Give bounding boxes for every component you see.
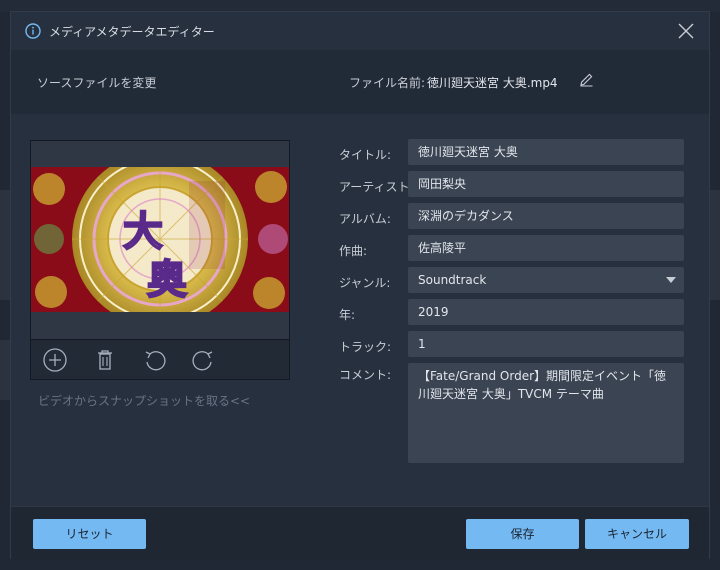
svg-text:大: 大 bbox=[123, 208, 163, 255]
title-label: タイトル: bbox=[339, 148, 392, 162]
artist-label: アーティスト: bbox=[339, 180, 414, 194]
dialog-title-bar: メディアメタデータエディター bbox=[11, 12, 709, 50]
close-icon[interactable] bbox=[677, 22, 695, 40]
metadata-editor-dialog: メディアメタデータエディター ソースファイルを変更 ファイル名前: 徳川廻天迷宮… bbox=[10, 11, 710, 560]
title-input[interactable]: 徳川廻天迷宮 大奥 bbox=[408, 139, 684, 165]
album-label: アルバム: bbox=[339, 212, 391, 226]
svg-text:奥: 奥 bbox=[147, 256, 187, 303]
snapshot-from-video-link[interactable]: ビデオからスナップショットを取る<< bbox=[38, 392, 250, 409]
genre-label: ジャンル: bbox=[339, 276, 391, 290]
rotate-left-icon[interactable] bbox=[141, 346, 169, 374]
composer-input[interactable]: 佐高陵平 bbox=[408, 235, 684, 261]
chevron-down-icon bbox=[666, 277, 676, 283]
preview-toolbar bbox=[31, 339, 289, 379]
comment-label: コメント: bbox=[339, 368, 392, 382]
composer-label: 作曲: bbox=[339, 244, 368, 258]
rotate-right-icon[interactable] bbox=[189, 346, 217, 374]
file-name-label: ファイル名前: bbox=[349, 76, 426, 90]
trash-icon[interactable] bbox=[91, 346, 119, 374]
track-label: トラック: bbox=[339, 340, 392, 354]
album-input[interactable]: 深淵のデカダンス bbox=[408, 203, 684, 229]
change-source-file-link[interactable]: ソースファイルを変更 bbox=[37, 74, 156, 91]
cover-image: 大 奥 bbox=[31, 167, 289, 312]
dialog-title: メディアメタデータエディター bbox=[49, 24, 215, 39]
track-input[interactable]: 1 bbox=[408, 331, 684, 357]
info-icon bbox=[25, 23, 41, 39]
year-label: 年: bbox=[339, 308, 356, 322]
cover-preview: 大 奥 bbox=[30, 140, 290, 380]
pencil-icon[interactable] bbox=[579, 72, 594, 87]
year-input[interactable]: 2019 bbox=[408, 299, 684, 325]
comment-textarea[interactable]: 【Fate/Grand Order】期間限定イベント「徳川廻天迷宮 大奥」TVC… bbox=[408, 363, 684, 463]
genre-selected-value: Soundtrack bbox=[418, 273, 487, 287]
cancel-button[interactable]: キャンセル bbox=[585, 519, 689, 549]
file-name-value: 徳川廻天迷宮 大奥.mp4 bbox=[427, 76, 558, 90]
genre-select[interactable]: Soundtrack bbox=[408, 267, 684, 293]
save-button[interactable]: 保存 bbox=[466, 519, 579, 549]
add-icon[interactable] bbox=[41, 346, 69, 374]
reset-button[interactable]: リセット bbox=[33, 519, 146, 549]
dialog-footer: リセット 保存 キャンセル bbox=[11, 506, 709, 560]
artist-input[interactable]: 岡田梨央 bbox=[408, 171, 684, 197]
source-file-bar: ソースファイルを変更 ファイル名前: 徳川廻天迷宮 大奥.mp4 bbox=[11, 50, 709, 114]
